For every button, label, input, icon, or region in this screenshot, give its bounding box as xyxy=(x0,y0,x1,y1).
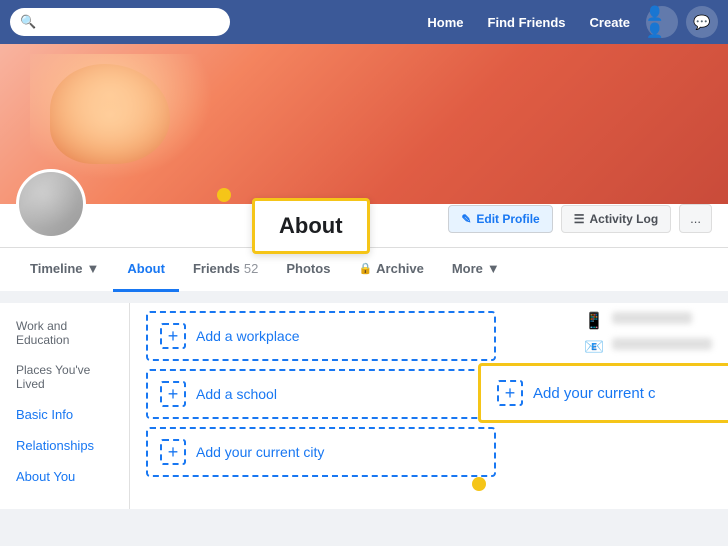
sidebar-work-education[interactable]: Work and Education xyxy=(16,311,113,355)
lock-icon: 🔒 xyxy=(358,262,372,275)
add-city-item[interactable]: + Add your current city xyxy=(146,427,496,477)
plus-icon: + xyxy=(168,326,179,347)
tab-timeline[interactable]: Timeline ▼ xyxy=(16,248,113,292)
add-workplace-item[interactable]: + Add a workplace xyxy=(146,311,496,361)
nav-icon-area: 👤👤 💬 xyxy=(646,6,718,38)
right-side-info: 📱 📧 xyxy=(584,311,712,357)
cover-photo xyxy=(0,44,728,204)
info-row-1: 📱 xyxy=(584,311,712,331)
ellipsis-icon: ... xyxy=(690,211,701,226)
add-workplace-btn[interactable]: + xyxy=(160,323,186,349)
add-school-btn[interactable]: + xyxy=(160,381,186,407)
main-content: Work and Education Places You've Lived B… xyxy=(0,291,728,509)
city-dot-annotation xyxy=(472,477,486,491)
people-icon-button[interactable]: 👤👤 xyxy=(646,6,678,38)
tab-more[interactable]: More ▼ xyxy=(438,248,514,292)
profile-actions: ✎ Edit Profile ☰ Activity Log ... xyxy=(448,204,712,239)
search-icon: 🔍 xyxy=(20,14,36,30)
add-school-item[interactable]: + Add a school xyxy=(146,369,496,419)
plus-icon: + xyxy=(168,384,179,405)
nav-find-friends[interactable]: Find Friends xyxy=(488,15,566,30)
add-city-panel-btn[interactable]: + xyxy=(497,380,523,406)
blurred-info-2 xyxy=(612,338,712,350)
edit-profile-button[interactable]: ✎ Edit Profile xyxy=(448,205,552,233)
phone-icon: 📱 xyxy=(584,311,604,331)
tab-archive[interactable]: 🔒 Archive xyxy=(344,248,437,292)
top-navigation: 🔍 Home Find Friends Create 👤👤 💬 xyxy=(0,0,728,44)
more-options-button[interactable]: ... xyxy=(679,204,712,233)
sidebar-relationships[interactable]: Relationships xyxy=(16,430,113,461)
list-icon: ☰ xyxy=(574,212,585,226)
messenger-icon: 💬 xyxy=(693,14,710,31)
nav-links: Home Find Friends Create xyxy=(427,15,630,30)
sidebar-about-you[interactable]: About You xyxy=(16,461,113,492)
tab-friends[interactable]: Friends 52 xyxy=(179,248,272,292)
chevron-down-icon: ▼ xyxy=(87,261,100,276)
sidebar-basic-info[interactable]: Basic Info xyxy=(16,399,113,430)
nav-create[interactable]: Create xyxy=(590,15,630,30)
email-icon: 📧 xyxy=(584,337,604,357)
tab-about[interactable]: About xyxy=(113,248,179,292)
right-content: 📱 📧 + Add a workplace + Add a school xyxy=(130,303,728,509)
search-bar[interactable]: 🔍 xyxy=(10,8,230,36)
sidebar-places[interactable]: Places You've Lived xyxy=(16,355,113,399)
avatar xyxy=(16,169,86,239)
nav-home[interactable]: Home xyxy=(427,15,463,30)
messenger-icon-button[interactable]: 💬 xyxy=(686,6,718,38)
chevron-down-icon: ▼ xyxy=(487,261,500,276)
tooltip-dot-annotation xyxy=(217,188,231,202)
blurred-info-1 xyxy=(612,312,692,324)
pencil-icon: ✎ xyxy=(461,212,471,226)
tab-photos[interactable]: Photos xyxy=(272,248,344,292)
left-sidebar: Work and Education Places You've Lived B… xyxy=(0,303,130,509)
info-row-2: 📧 xyxy=(584,337,712,357)
about-tooltip: About xyxy=(252,198,370,254)
people-icon: 👤👤 xyxy=(646,5,678,39)
plus-icon: + xyxy=(168,442,179,463)
plus-icon: + xyxy=(505,383,516,404)
add-city-right-panel[interactable]: + Add your current c xyxy=(478,363,728,423)
add-city-btn[interactable]: + xyxy=(160,439,186,465)
nav-search-area: 🔍 xyxy=(10,8,427,36)
activity-log-button[interactable]: ☰ Activity Log xyxy=(561,205,671,233)
